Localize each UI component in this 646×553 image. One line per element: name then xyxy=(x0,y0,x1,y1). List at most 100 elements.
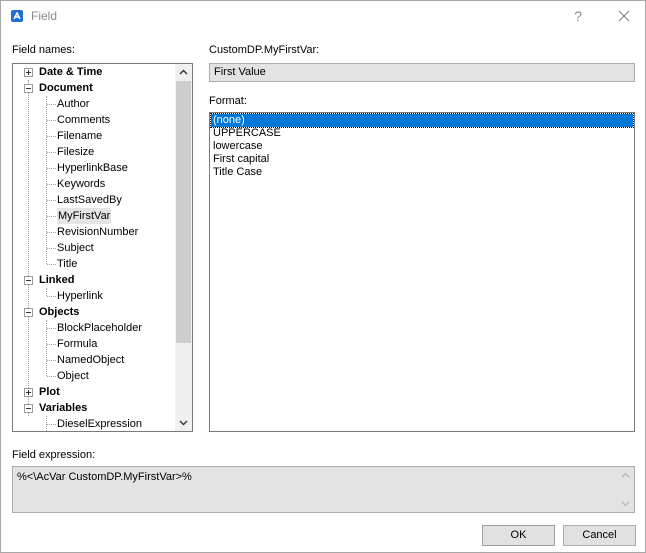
tree-item[interactable]: DieselExpression xyxy=(13,416,175,431)
tree-item[interactable]: Subject xyxy=(13,240,175,256)
tree-connector xyxy=(47,216,56,217)
tree-item-label: Keywords xyxy=(57,178,106,190)
tree-item-label: Formula xyxy=(57,338,98,350)
field-expression-box[interactable]: %<\AcVar CustomDP.MyFirstVar>% xyxy=(12,466,635,513)
expand-icon[interactable] xyxy=(24,68,33,77)
tree-connector xyxy=(47,344,56,345)
ok-button[interactable]: OK xyxy=(482,525,555,546)
tree-content: Date & Time Document Author Comments Filenam… xyxy=(13,64,175,431)
format-label: Format: xyxy=(209,95,247,107)
tree-item[interactable]: BlockPlaceholder xyxy=(13,320,175,336)
chevron-down-icon xyxy=(179,420,188,426)
tree-scrollbar[interactable] xyxy=(175,64,192,431)
tree-connector xyxy=(47,152,56,153)
field-dialog: Field ? Field names: Date & Time Document… xyxy=(0,0,646,553)
chevron-down-icon xyxy=(621,501,630,507)
tree-category[interactable]: Document xyxy=(13,80,175,96)
tree-category[interactable]: Plot xyxy=(13,384,175,400)
field-value-text: First Value xyxy=(214,66,266,78)
tree-connector xyxy=(47,200,56,201)
tree-connector xyxy=(47,120,56,121)
tree-item[interactable]: Object xyxy=(13,368,175,384)
tree-item[interactable]: Filesize xyxy=(13,144,175,160)
tree-item-label: Filesize xyxy=(57,146,95,158)
format-list[interactable]: (none) UPPERCASE lowercase First capital Tit… xyxy=(209,112,635,432)
tree-item[interactable]: Filename xyxy=(13,128,175,144)
tree-item[interactable]: RevisionNumber xyxy=(13,224,175,240)
collapse-icon[interactable] xyxy=(24,404,33,413)
scroll-thumb[interactable] xyxy=(176,81,191,343)
tree-item-label: BlockPlaceholder xyxy=(57,322,142,334)
format-option[interactable]: lowercase xyxy=(211,140,633,153)
tree-connector xyxy=(47,184,56,185)
tree-category[interactable]: Date & Time xyxy=(13,64,175,80)
expand-icon[interactable] xyxy=(24,388,33,397)
tree-connector xyxy=(47,376,56,377)
tree-item-label: Linked xyxy=(39,274,75,286)
chevron-up-icon xyxy=(179,69,188,75)
tree-item-label: Objects xyxy=(39,306,80,318)
tree-item-label: Hyperlink xyxy=(57,290,103,302)
chevron-up-icon xyxy=(621,472,630,478)
field-value-display: First Value xyxy=(209,63,635,82)
tree-item-label: Filename xyxy=(57,130,103,142)
field-names-label: Field names: xyxy=(12,44,75,56)
collapse-icon[interactable] xyxy=(24,84,33,93)
format-option[interactable]: Title Case xyxy=(211,166,633,179)
expression-scrollbar[interactable] xyxy=(617,467,634,512)
tree-item[interactable]: NamedObject xyxy=(13,352,175,368)
scroll-down-button[interactable] xyxy=(175,414,192,431)
tree-item-label: Date & Time xyxy=(39,66,103,78)
format-option[interactable]: First capital xyxy=(211,153,633,166)
tree-item[interactable]: Author xyxy=(13,96,175,112)
tree-item[interactable]: Keywords xyxy=(13,176,175,192)
field-value-label: CustomDP.MyFirstVar: xyxy=(209,44,320,56)
tree-connector xyxy=(47,104,56,105)
tree-item-label: Plot xyxy=(39,386,60,398)
format-option[interactable]: UPPERCASE xyxy=(211,127,633,140)
close-button[interactable] xyxy=(611,5,637,27)
tree-category[interactable]: Linked xyxy=(13,272,175,288)
collapse-icon[interactable] xyxy=(24,276,33,285)
help-button[interactable]: ? xyxy=(567,5,589,27)
tree-connector xyxy=(47,328,56,329)
tree-item-label: HyperlinkBase xyxy=(57,162,128,174)
tree-connector xyxy=(47,360,56,361)
tree-item-label: DieselExpression xyxy=(57,418,142,430)
format-option[interactable]: (none) xyxy=(210,113,634,128)
tree-item[interactable]: Comments xyxy=(13,112,175,128)
tree-item-label: Subject xyxy=(57,242,94,254)
window-title: Field xyxy=(31,9,58,23)
scroll-up-button[interactable] xyxy=(175,64,192,81)
field-names-tree[interactable]: Date & Time Document Author Comments Filenam… xyxy=(12,63,193,432)
tree-item-label: Author xyxy=(57,98,90,110)
tree-item-label: Comments xyxy=(57,114,111,126)
tree-item[interactable]: Formula xyxy=(13,336,175,352)
tree-connector xyxy=(47,232,56,233)
tree-connector xyxy=(47,424,56,425)
close-icon xyxy=(618,10,630,22)
tree-item-label: LastSavedBy xyxy=(57,194,122,206)
tree-item-label: RevisionNumber xyxy=(57,226,139,238)
collapse-icon[interactable] xyxy=(24,308,33,317)
tree-category[interactable]: Objects xyxy=(13,304,175,320)
tree-item[interactable]: HyperlinkBase xyxy=(13,160,175,176)
app-logo-icon xyxy=(11,10,23,22)
tree-item-label: Document xyxy=(39,82,93,94)
tree-connector xyxy=(47,264,56,265)
tree-category[interactable]: Variables xyxy=(13,400,175,416)
field-expression-label: Field expression: xyxy=(12,449,96,461)
tree-connector xyxy=(47,248,56,249)
tree-item[interactable]: Title xyxy=(13,256,175,272)
tree-connector xyxy=(47,296,56,297)
tree-item-label: Variables xyxy=(39,402,88,414)
title-bar: Field ? xyxy=(1,1,645,31)
tree-item-label: Object xyxy=(57,370,89,382)
tree-item[interactable]: MyFirstVar xyxy=(13,208,175,224)
cancel-button[interactable]: Cancel xyxy=(563,525,636,546)
tree-item-label: MyFirstVar xyxy=(57,208,112,224)
tree-item[interactable]: LastSavedBy xyxy=(13,192,175,208)
tree-item-label: NamedObject xyxy=(57,354,125,366)
tree-connector xyxy=(47,168,56,169)
tree-item[interactable]: Hyperlink xyxy=(13,288,175,304)
